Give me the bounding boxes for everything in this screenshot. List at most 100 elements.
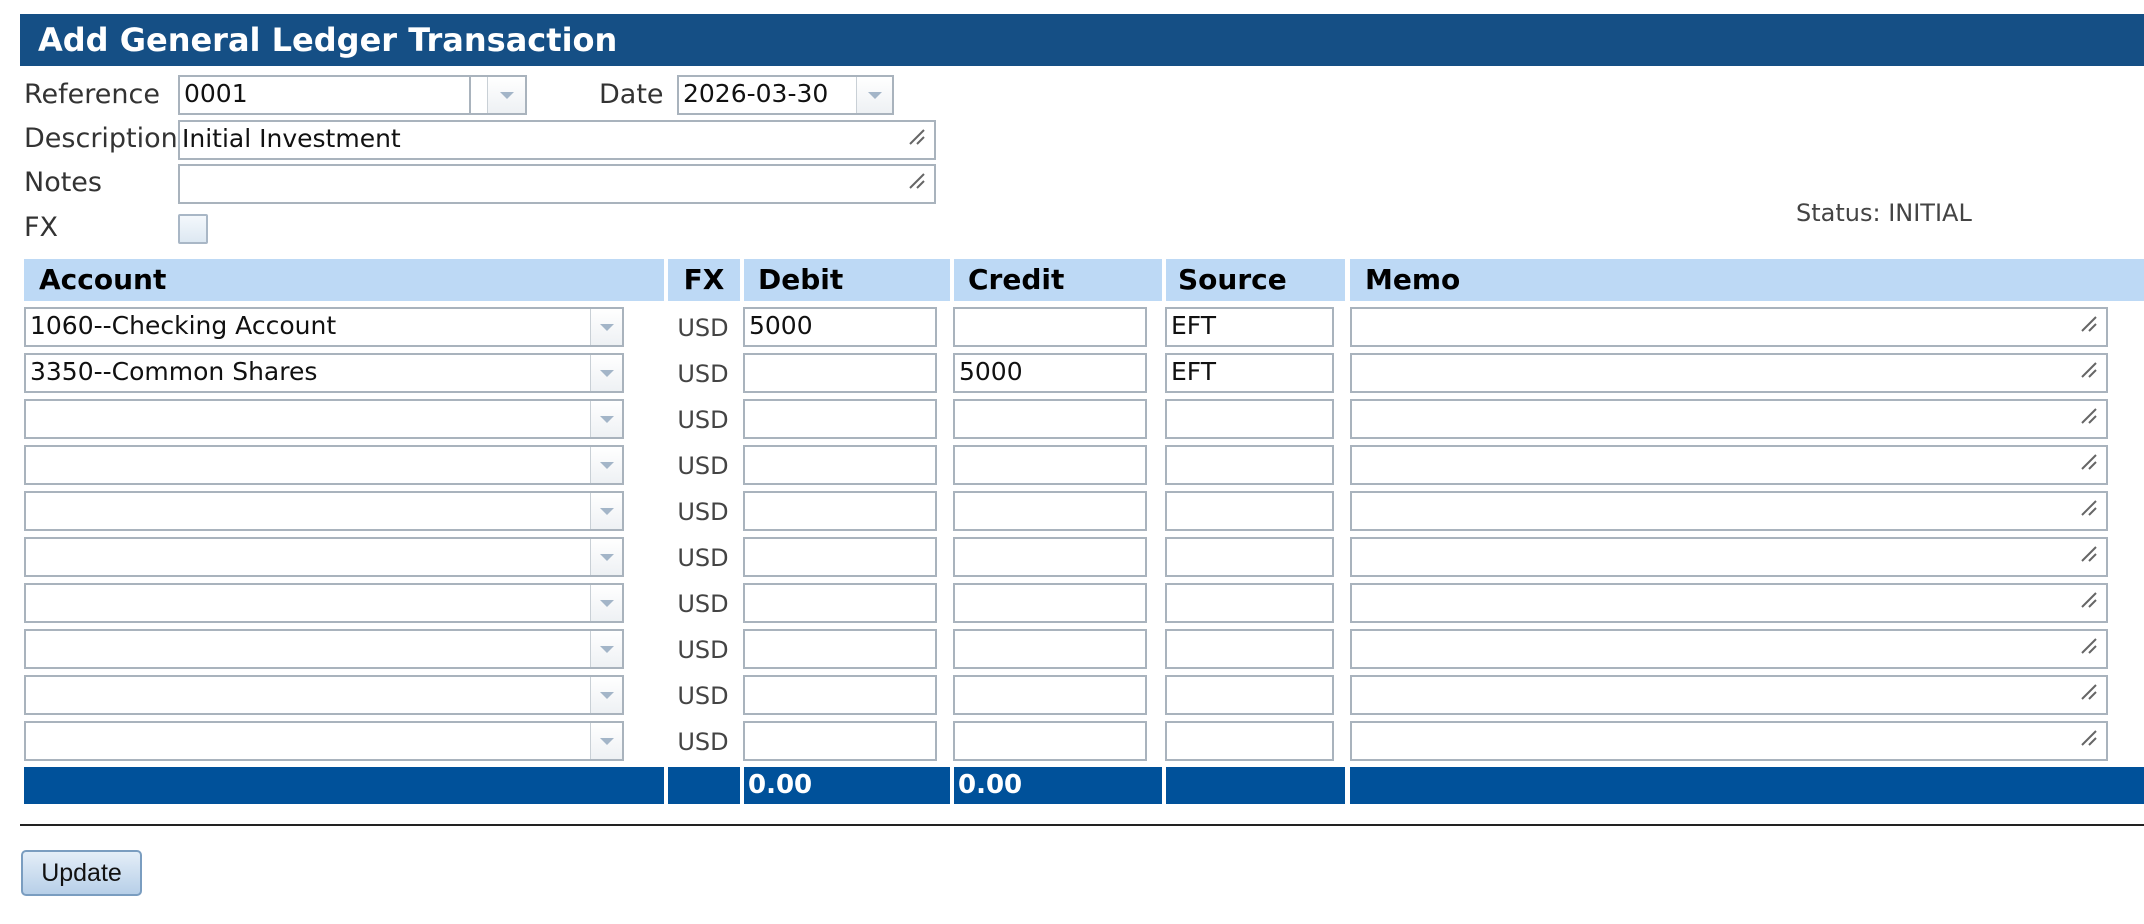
credit-input[interactable]	[953, 399, 1147, 439]
account-combobox[interactable]: 1060--Checking Account	[24, 307, 624, 347]
account-dropdown-button[interactable]	[590, 355, 622, 391]
memo-textarea[interactable]	[1350, 721, 2108, 761]
resize-grip-icon[interactable]	[2080, 637, 2098, 655]
credit-input[interactable]	[953, 721, 1147, 761]
account-dropdown-button[interactable]	[590, 539, 622, 575]
resize-grip-icon[interactable]	[2080, 545, 2098, 563]
update-button[interactable]: Update	[21, 850, 142, 896]
memo-textarea[interactable]	[1350, 307, 2108, 347]
fx-currency: USD	[677, 314, 729, 342]
source-input[interactable]: EFT	[1165, 353, 1334, 393]
fx-currency: USD	[677, 498, 729, 526]
page-title: Add General Ledger Transaction	[20, 14, 2144, 66]
memo-textarea[interactable]	[1350, 629, 2108, 669]
resize-grip-icon[interactable]	[2080, 499, 2098, 517]
account-combobox[interactable]	[24, 491, 624, 531]
reference-dropdown-button[interactable]	[487, 77, 525, 113]
account-combobox[interactable]	[24, 445, 624, 485]
date-dropdown-button[interactable]	[856, 77, 892, 113]
debit-input[interactable]	[743, 445, 937, 485]
credit-input[interactable]	[953, 583, 1147, 623]
account-value: 3350--Common Shares	[30, 357, 318, 386]
debit-input[interactable]	[743, 583, 937, 623]
resize-grip-icon[interactable]	[2080, 683, 2098, 701]
memo-textarea[interactable]	[1350, 399, 2108, 439]
account-dropdown-button[interactable]	[590, 723, 622, 759]
source-input[interactable]	[1165, 583, 1334, 623]
credit-input[interactable]	[953, 307, 1147, 347]
account-dropdown-button[interactable]	[590, 447, 622, 483]
fx-checkbox[interactable]	[178, 214, 208, 244]
source-input[interactable]	[1165, 399, 1334, 439]
source-input[interactable]: EFT	[1165, 307, 1334, 347]
notes-textarea[interactable]	[178, 164, 936, 204]
credit-input[interactable]	[953, 675, 1147, 715]
memo-textarea[interactable]	[1350, 675, 2108, 715]
header-debit: Debit	[744, 259, 950, 301]
resize-grip-icon[interactable]	[2080, 729, 2098, 747]
header-fx: FX	[668, 259, 740, 301]
resize-grip-icon[interactable]	[2080, 315, 2098, 333]
debit-input[interactable]	[743, 399, 937, 439]
account-combobox[interactable]	[24, 537, 624, 577]
resize-grip-icon[interactable]	[908, 172, 926, 190]
memo-textarea[interactable]	[1350, 537, 2108, 577]
debit-input[interactable]	[743, 675, 937, 715]
memo-textarea[interactable]	[1350, 583, 2108, 623]
resize-grip-icon[interactable]	[2080, 453, 2098, 471]
account-combobox[interactable]	[24, 721, 624, 761]
credit-input[interactable]	[953, 629, 1147, 669]
debit-input[interactable]	[743, 629, 937, 669]
fx-currency: USD	[677, 682, 729, 710]
source-input[interactable]	[1165, 445, 1334, 485]
resize-grip-icon[interactable]	[2080, 407, 2098, 425]
credit-input[interactable]	[953, 537, 1147, 577]
account-combobox[interactable]	[24, 675, 624, 715]
account-combobox[interactable]	[24, 629, 624, 669]
source-input[interactable]	[1165, 721, 1334, 761]
date-label: Date	[599, 79, 664, 110]
notes-label: Notes	[24, 167, 102, 198]
credit-input[interactable]	[953, 491, 1147, 531]
fx-currency: USD	[677, 636, 729, 664]
totals-memo-cell	[1350, 767, 2144, 804]
description-label: Description	[24, 123, 178, 154]
date-combobox[interactable]: 2026-03-30	[677, 75, 894, 115]
debit-input[interactable]	[743, 537, 937, 577]
debit-input[interactable]	[743, 491, 937, 531]
credit-input[interactable]	[953, 445, 1147, 485]
account-dropdown-button[interactable]	[590, 401, 622, 437]
account-combobox[interactable]	[24, 399, 624, 439]
account-dropdown-button[interactable]	[590, 493, 622, 529]
debit-input[interactable]	[743, 721, 937, 761]
memo-textarea[interactable]	[1350, 491, 2108, 531]
header-source: Source	[1166, 259, 1345, 301]
account-dropdown-button[interactable]	[590, 585, 622, 621]
account-dropdown-button[interactable]	[590, 631, 622, 667]
description-textarea[interactable]: Initial Investment	[178, 120, 936, 160]
resize-grip-icon[interactable]	[2080, 591, 2098, 609]
account-combobox[interactable]	[24, 583, 624, 623]
debit-input[interactable]: 5000	[743, 307, 937, 347]
account-dropdown-button[interactable]	[590, 309, 622, 345]
totals-account-cell	[24, 767, 664, 804]
reference-combobox[interactable]: 0001	[178, 75, 527, 115]
account-combobox[interactable]: 3350--Common Shares	[24, 353, 624, 393]
debit-input[interactable]	[743, 353, 937, 393]
source-input[interactable]	[1165, 537, 1334, 577]
account-dropdown-button[interactable]	[590, 677, 622, 713]
memo-textarea[interactable]	[1350, 445, 2108, 485]
page: Add General Ledger Transaction Reference…	[0, 0, 2144, 924]
reference-divider	[469, 77, 471, 113]
source-input[interactable]	[1165, 491, 1334, 531]
memo-textarea[interactable]	[1350, 353, 2108, 393]
fx-currency: USD	[677, 406, 729, 434]
resize-grip-icon[interactable]	[908, 128, 926, 146]
credit-input[interactable]: 5000	[953, 353, 1147, 393]
total-debit: 0.00	[744, 767, 950, 804]
source-input[interactable]	[1165, 629, 1334, 669]
date-value: 2026-03-30	[683, 79, 829, 108]
source-input[interactable]	[1165, 675, 1334, 715]
fx-currency: USD	[677, 544, 729, 572]
resize-grip-icon[interactable]	[2080, 361, 2098, 379]
